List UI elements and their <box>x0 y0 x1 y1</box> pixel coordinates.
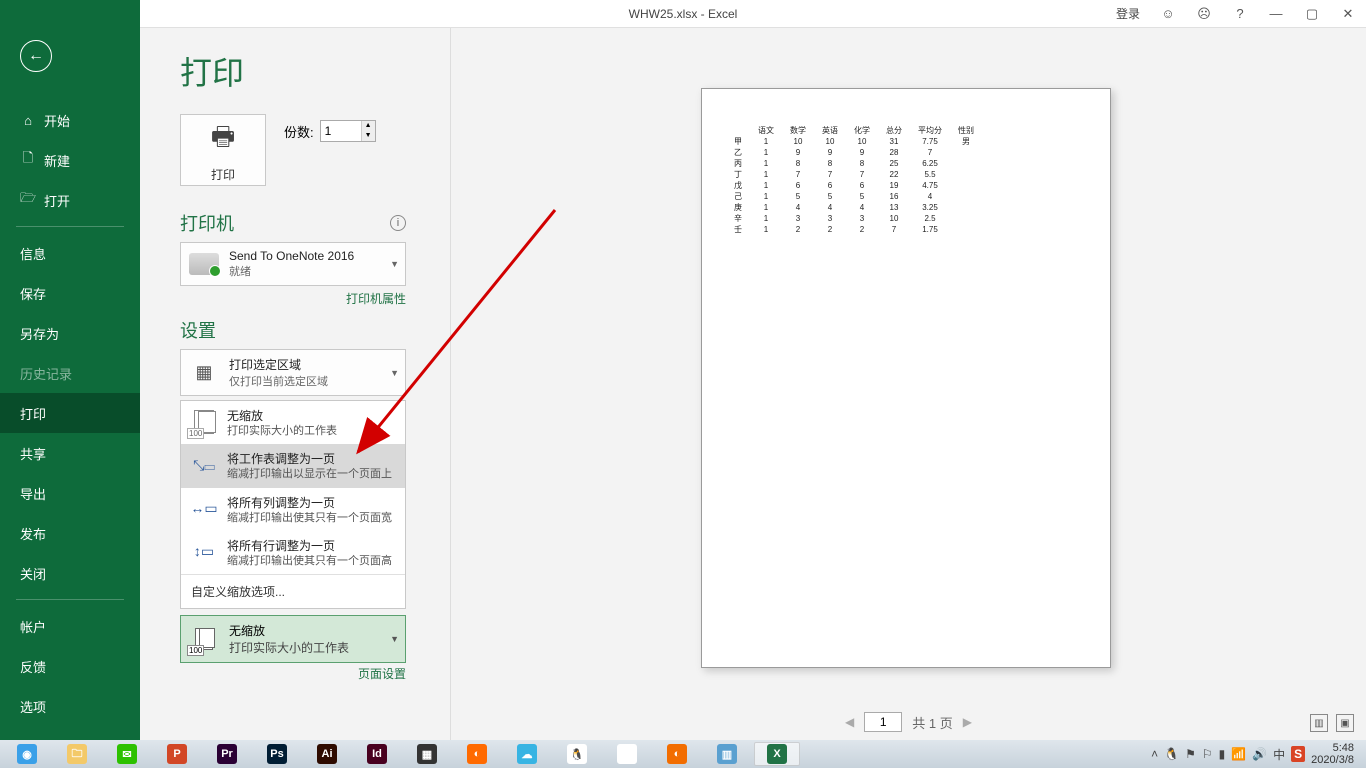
tray-clock[interactable]: 5:48 2020/3/8 <box>1311 742 1354 766</box>
printer-properties-link[interactable]: 打印机属性 <box>180 290 406 307</box>
info-icon[interactable]: i <box>390 215 406 231</box>
face-sad-icon[interactable]: ☹ <box>1186 0 1222 28</box>
page-title: 打印 <box>180 48 450 94</box>
taskbar-app-excel[interactable]: X <box>754 742 800 766</box>
system-tray: ˄ 🐧 ⚑ ⚐ ▮ 📶 🔊 中 S 5:48 2020/3/8 <box>1151 742 1362 766</box>
taskbar-app-premiere[interactable]: Pr <box>204 742 250 766</box>
next-page-button[interactable]: ▶ <box>963 715 972 729</box>
preview-page: 语文数学英语化学总分平均分性别甲1101010317.75男乙1999287丙1… <box>701 88 1111 668</box>
minimize-icon[interactable]: — <box>1258 0 1294 28</box>
taskbar-app-browser[interactable]: ◉ <box>4 742 50 766</box>
sidebar-new[interactable]: 🗋新建 <box>0 140 140 180</box>
close-icon[interactable]: ✕ <box>1330 0 1366 28</box>
back-button[interactable]: ← <box>20 40 52 72</box>
printer-select[interactable]: Send To OneNote 2016就绪 ▼ <box>180 242 406 286</box>
help-icon[interactable]: ? <box>1222 0 1258 28</box>
scale-option-custom[interactable]: 自定义缩放选项... <box>181 574 405 608</box>
main-area: 打印 🖶 打印 份数: ▲▼ 打印机i Send To OneNote 2016… <box>140 28 1366 740</box>
taskbar-app-illustrator[interactable]: Ai <box>304 742 350 766</box>
taskbar-app-uc[interactable]: ◐ <box>654 742 700 766</box>
print-area-select[interactable]: ▦ 打印选定区域仅打印当前选定区域 ▼ <box>180 349 406 396</box>
taskbar-app-explorer[interactable]: 🗀 <box>54 742 100 766</box>
print-button[interactable]: 🖶 打印 <box>180 114 266 186</box>
fit-height-icon: ↕▭ <box>194 543 214 560</box>
title-bar: WHW25.xlsx - Excel 登录 ☺ ☹ ? — ▢ ✕ <box>0 0 1366 28</box>
scale-option-fit-rows[interactable]: ↕▭ 将所有行调整为一页缩减打印输出使其只有一个页面高 <box>181 531 405 574</box>
scale-option-fit-sheet[interactable]: ⤡▭ 将工作表调整为一页缩减打印输出以显示在一个页面上 <box>181 444 405 487</box>
grid-icon: ▦ <box>189 358 219 388</box>
titlebar-right: 登录 ☺ ☹ ? — ▢ ✕ <box>1106 0 1366 28</box>
tray-ime-icon[interactable]: 中 <box>1273 746 1285 763</box>
show-margins-button[interactable]: ▥ <box>1310 714 1328 732</box>
taskbar-app-chrome[interactable]: ◉ <box>604 742 650 766</box>
sidebar-account[interactable]: 帐户 <box>0 606 140 646</box>
tray-chevron-icon[interactable]: ˄ <box>1151 747 1158 761</box>
taskbar-app-qq[interactable]: 🐧 <box>554 742 600 766</box>
page-setup-link[interactable]: 页面设置 <box>180 665 406 682</box>
tray-battery-icon[interactable]: ▮ <box>1219 747 1226 761</box>
chevron-down-icon: ▼ <box>390 634 399 644</box>
home-icon: ⌂ <box>20 113 36 128</box>
sidebar-options[interactable]: 选项 <box>0 686 140 726</box>
login-link[interactable]: 登录 <box>1106 5 1150 22</box>
taskbar-app-powerpoint[interactable]: P <box>154 742 200 766</box>
chevron-down-icon: ▼ <box>390 259 399 269</box>
taskbar-app-tencent[interactable]: ☁ <box>504 742 550 766</box>
scaling-select[interactable]: 100 无缩放打印实际大小的工作表 ▼ <box>180 615 406 663</box>
copies-label: 份数: <box>284 122 314 141</box>
print-preview: 语文数学英语化学总分平均分性别甲1101010317.75男乙1999287丙1… <box>450 28 1366 740</box>
page-number-input[interactable] <box>864 712 902 732</box>
sidebar-open[interactable]: 🗁打开 <box>0 180 140 220</box>
sidebar-publish[interactable]: 发布 <box>0 513 140 553</box>
sidebar-share[interactable]: 共享 <box>0 433 140 473</box>
sidebar-close[interactable]: 关闭 <box>0 553 140 593</box>
taskbar-app-indesign[interactable]: Id <box>354 742 400 766</box>
maximize-icon[interactable]: ▢ <box>1294 0 1330 28</box>
sidebar-home[interactable]: ⌂开始 <box>0 100 140 140</box>
scaling-dropdown-list: 100 无缩放打印实际大小的工作表 ⤡▭ 将工作表调整为一页缩减打印输出以显示在… <box>180 400 406 609</box>
tray-volume-icon[interactable]: 🔊 <box>1252 747 1267 761</box>
sidebar-feedback[interactable]: 反馈 <box>0 646 140 686</box>
sidebar-save[interactable]: 保存 <box>0 273 140 313</box>
tray-sogou-icon[interactable]: S <box>1291 746 1305 762</box>
scale-option-none[interactable]: 100 无缩放打印实际大小的工作表 <box>181 401 405 444</box>
settings-heading: 设置 <box>180 317 216 343</box>
pager: ◀ 共 1 页 ▶ <box>451 712 1366 732</box>
backstage-sidebar: ← ⌂开始 🗋新建 🗁打开 信息 保存 另存为 历史记录 打印 共享 导出 发布… <box>0 0 140 740</box>
open-icon: 🗁 <box>20 189 36 211</box>
taskbar-app-notes[interactable]: ▥ <box>704 742 750 766</box>
sidebar-info[interactable]: 信息 <box>0 233 140 273</box>
taskbar-app-wechat[interactable]: ✉ <box>104 742 150 766</box>
fit-page-icon: ⤡▭ <box>193 457 215 474</box>
tray-wifi-icon[interactable]: 📶 <box>1231 747 1246 761</box>
copies-up[interactable]: ▲ <box>361 121 375 131</box>
taskbar-app-photoshop[interactable]: Ps <box>254 742 300 766</box>
copies-down[interactable]: ▼ <box>361 131 375 141</box>
printer-heading: 打印机 <box>180 210 234 236</box>
face-smile-icon[interactable]: ☺ <box>1150 0 1186 28</box>
tray-flag-icon[interactable]: ⚐ <box>1202 747 1213 761</box>
preview-table: 语文数学英语化学总分平均分性别甲1101010317.75男乙1999287丙1… <box>726 125 982 235</box>
sidebar-history: 历史记录 <box>0 353 140 393</box>
tray-qq-icon[interactable]: 🐧 <box>1164 747 1179 761</box>
taskbar-app-firefox[interactable]: ◐ <box>454 742 500 766</box>
sidebar-print[interactable]: 打印 <box>0 393 140 433</box>
window-title: WHW25.xlsx - Excel <box>629 7 738 21</box>
prev-page-button[interactable]: ◀ <box>845 715 854 729</box>
tray-shield-icon[interactable]: ⚑ <box>1185 747 1196 761</box>
page-total-label: 共 1 页 <box>912 713 952 732</box>
print-panel: 打印 🖶 打印 份数: ▲▼ 打印机i Send To OneNote 2016… <box>140 28 450 740</box>
sidebar-saveas[interactable]: 另存为 <box>0 313 140 353</box>
new-icon: 🗋 <box>20 149 36 171</box>
fit-width-icon: ↔▭ <box>190 500 217 517</box>
scale-option-fit-cols[interactable]: ↔▭ 将所有列调整为一页缩减打印输出使其只有一个页面宽 <box>181 488 405 531</box>
printer-device-icon <box>189 249 219 279</box>
taskbar: ◉ 🗀 ✉ P Pr Ps Ai Id ▦ ◐ ☁ 🐧 ◉ ◐ ▥ X ˄ 🐧 … <box>0 740 1366 768</box>
taskbar-app-video[interactable]: ▦ <box>404 742 450 766</box>
zoom-to-page-button[interactable]: ▣ <box>1336 714 1354 732</box>
printer-icon: 🖶 <box>211 118 236 162</box>
chevron-down-icon: ▼ <box>390 368 399 378</box>
sidebar-export[interactable]: 导出 <box>0 473 140 513</box>
